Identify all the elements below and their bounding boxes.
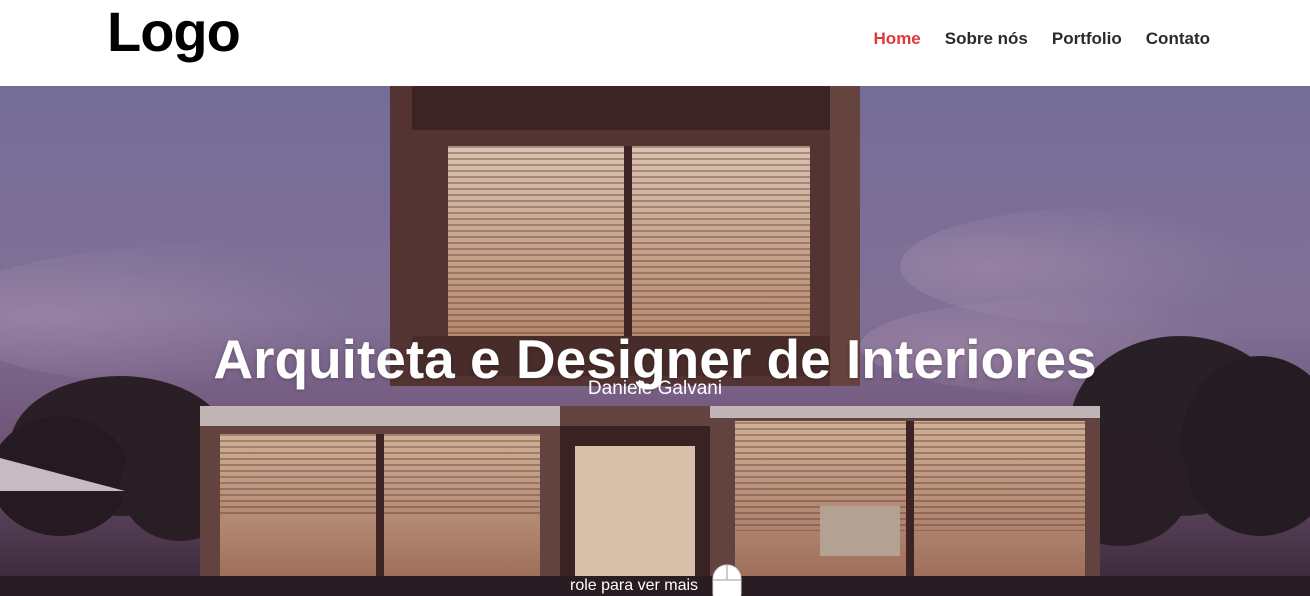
nav-item-portfolio[interactable]: Portfolio [1052, 28, 1122, 50]
scroll-hint-label: role para ver mais [570, 577, 699, 594]
scroll-hint[interactable]: role para ver mais [570, 564, 742, 596]
main-nav: Home Sobre nós Portfolio Contato [874, 28, 1210, 50]
hero-section: Arquiteta e Designer de Interiores Danie… [0, 86, 1310, 596]
site-header: Logo Home Sobre nós Portfolio Contato [0, 0, 1310, 86]
hero-subtitle: Daniele Galvani [587, 378, 723, 399]
nav-item-contato[interactable]: Contato [1146, 28, 1210, 50]
mouse-icon [712, 564, 742, 596]
nav-item-sobre-nos[interactable]: Sobre nós [945, 28, 1028, 50]
logo[interactable]: Logo [107, 0, 241, 64]
nav-item-home[interactable]: Home [874, 28, 921, 50]
